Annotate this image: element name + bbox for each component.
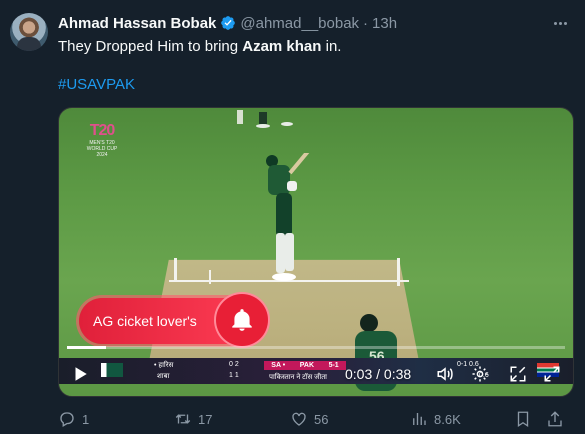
author-handle[interactable]: @ahmad__bobak	[240, 15, 359, 32]
tweet-actions: 1 17 56 8.6K	[58, 410, 574, 430]
team-name: PAK	[299, 362, 314, 369]
more-options-icon[interactable]	[549, 12, 571, 34]
verified-badge-icon	[221, 16, 236, 30]
tweet-text-suffix: in.	[321, 38, 342, 55]
hashtag-link[interactable]: #USAVPAK	[58, 76, 135, 93]
more-dot	[558, 21, 562, 25]
share-icon	[548, 411, 562, 427]
batter-figure	[254, 147, 314, 283]
picture-in-picture-icon[interactable]	[509, 365, 527, 383]
volume-icon[interactable]	[435, 365, 455, 383]
reply-count: 1	[82, 411, 90, 427]
heart-icon	[292, 412, 306, 426]
pakistan-flag-icon	[101, 363, 123, 377]
team-score: 5-1	[328, 362, 339, 369]
views-button[interactable]: 8.6K	[410, 410, 461, 428]
like-count: 56	[314, 411, 329, 427]
logo-sub: MEN'S T20 WORLD CUP 2024	[86, 140, 118, 158]
progress-fill	[67, 346, 107, 349]
avatar-shirt	[17, 37, 41, 51]
author-avatar[interactable]	[10, 13, 48, 51]
view-count: 8.6K	[434, 411, 461, 427]
score-left-sub: शाबा	[157, 373, 170, 380]
more-dot	[553, 21, 557, 25]
video-player[interactable]: T20 MEN'S T20 WORLD CUP 2024 56 AG cicke…	[58, 107, 574, 397]
reply-icon	[60, 412, 74, 427]
ad-label: AG cicket lover's	[93, 313, 197, 329]
time-total: 0:38	[383, 366, 412, 382]
fullscreen-icon[interactable]	[543, 365, 561, 383]
bell-icon[interactable]	[216, 294, 268, 346]
repost-count: 17	[198, 411, 213, 427]
tweet-text-prefix: They Dropped Him to bring	[58, 38, 243, 55]
separator-dot: ·	[363, 14, 369, 32]
repost-icon	[175, 414, 191, 424]
channel-ad-banner[interactable]: AG cicket lover's	[79, 294, 268, 346]
author-name[interactable]: Ahmad Hassan Bobak	[58, 15, 216, 32]
bookmark-icon	[517, 411, 529, 428]
score-overlay: • हारिस शाबा 0 2 1 1 SA • PAK 5-1 पाकिस्…	[59, 358, 573, 384]
fielder-figure: 56	[349, 313, 409, 396]
like-button[interactable]: 56	[290, 410, 328, 428]
tweet-text-bold: Azam khan	[242, 38, 322, 55]
fielder-figures	[229, 108, 299, 128]
logo-main: T20	[89, 122, 116, 139]
team-score-label: SA • PAK 5-1	[264, 361, 346, 370]
score-prefix: SA •	[271, 362, 286, 369]
tweet-time[interactable]: 13h	[372, 15, 397, 32]
score-left-bot: 1 1	[229, 372, 239, 379]
score-sub-line: पाकिस्तान ने टॉस जीता	[269, 374, 327, 381]
settings-gear-icon[interactable]	[471, 365, 489, 383]
tweet-header: Ahmad Hassan Bobak @ahmad__bobak · 13h	[58, 13, 397, 33]
bookmark-button[interactable]	[514, 410, 538, 428]
video-timecode: 0:03 / 0:38	[345, 366, 411, 382]
crease-line	[174, 258, 177, 282]
share-button[interactable]	[546, 410, 570, 428]
tweet-text: They Dropped Him to bring Azam khan in.	[58, 37, 341, 57]
t20-world-cup-logo: T20 MEN'S T20 WORLD CUP 2024	[83, 122, 121, 166]
views-chart-icon	[413, 413, 426, 425]
reply-button[interactable]: 1	[58, 410, 89, 428]
video-progress-bar[interactable]	[67, 346, 565, 349]
more-dot	[563, 21, 567, 25]
time-current: 0:03	[345, 366, 373, 382]
time-separator: /	[372, 366, 384, 382]
play-icon[interactable]	[71, 365, 89, 383]
repost-button[interactable]: 17	[174, 410, 212, 428]
